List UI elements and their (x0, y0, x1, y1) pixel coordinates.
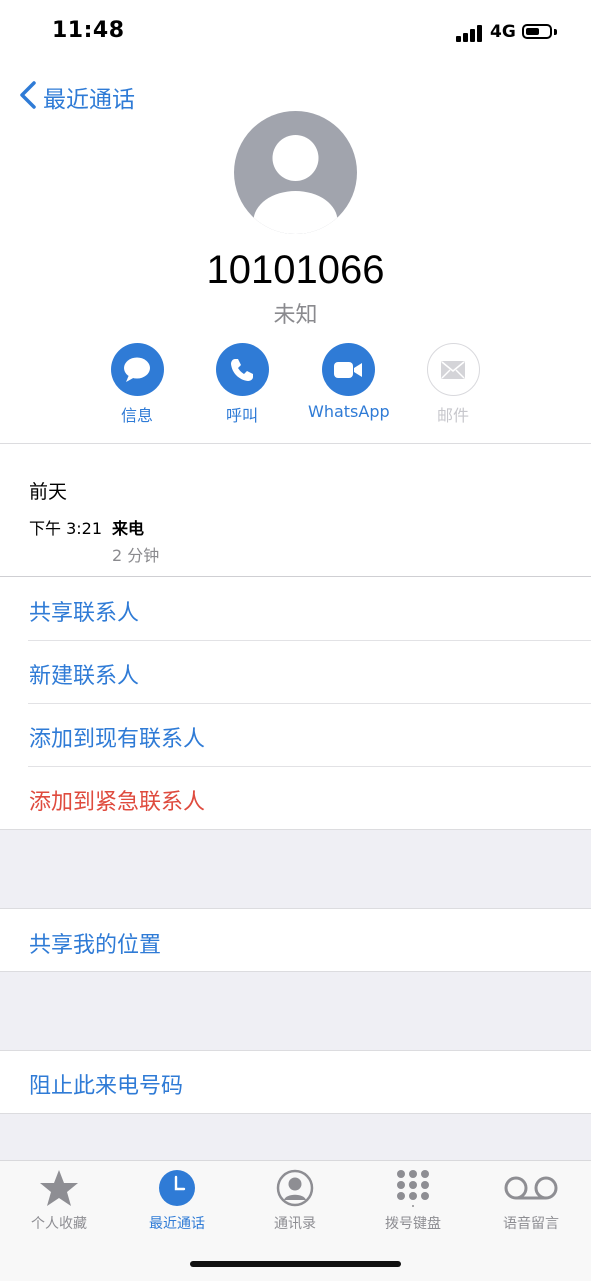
video-icon (334, 361, 362, 378)
battery-icon (522, 24, 552, 39)
person-circle-icon (276, 1169, 314, 1207)
call-log-duration: 2 分钟 (112, 546, 160, 565)
message-icon (124, 357, 150, 382)
voicemail-icon (504, 1176, 558, 1200)
tab-label: 通讯录 (274, 1216, 316, 1232)
phone-icon (231, 358, 253, 381)
call-log-type: 来电 (112, 519, 145, 538)
divider (0, 576, 591, 577)
clock-icon (159, 1170, 195, 1206)
block-caller-button[interactable]: 阻止此来电号码 (29, 1068, 183, 1100)
contact-label: 未知 (273, 303, 318, 328)
tab-label: 个人收藏 (31, 1216, 87, 1232)
call-label: 呼叫 (225, 406, 258, 425)
tab-favorites[interactable]: 个人收藏 (0, 1168, 118, 1233)
add-to-emergency-contact-button[interactable]: 添加到紧急联系人 (29, 784, 205, 816)
share-my-location-button[interactable]: 共享我的位置 (29, 927, 161, 959)
call-button[interactable]: 呼叫 (202, 343, 282, 426)
section-spacer (0, 1113, 591, 1161)
whatsapp-label: WhatsApp (308, 402, 390, 421)
star-icon (40, 1170, 78, 1206)
new-contact-button[interactable]: 新建联系人 (29, 658, 139, 690)
section-spacer (0, 829, 591, 909)
call-log-day: 前天 (29, 481, 68, 503)
divider (0, 443, 591, 444)
add-to-existing-contact-button[interactable]: 添加到现有联系人 (29, 721, 205, 753)
chevron-left-icon[interactable] (16, 80, 44, 110)
tab-contacts[interactable]: 通讯录 (236, 1168, 354, 1233)
call-log-time: 下午 3:21 (29, 519, 103, 538)
mail-button[interactable]: 邮件 (413, 343, 493, 426)
mail-icon (441, 360, 465, 379)
tab-label: 语音留言 (503, 1216, 559, 1232)
tab-keypad[interactable]: 拨号键盘 (354, 1168, 472, 1233)
divider (28, 703, 591, 704)
tab-label: 拨号键盘 (385, 1216, 441, 1232)
divider (28, 640, 591, 641)
tab-voicemail[interactable]: 语音留言 (472, 1168, 590, 1233)
avatar (234, 111, 357, 234)
message-button[interactable]: 信息 (97, 343, 177, 426)
section-spacer (0, 971, 591, 1051)
tab-label: 最近通话 (149, 1216, 205, 1232)
tab-recents[interactable]: 最近通话 (118, 1168, 236, 1233)
keypad-icon (397, 1170, 429, 1207)
person-silhouette-icon (253, 135, 338, 234)
signal-strength-icon (456, 24, 484, 42)
status-time: 11:48 (52, 18, 125, 43)
share-contact-button[interactable]: 共享联系人 (29, 595, 139, 627)
mail-label: 邮件 (436, 406, 469, 425)
contact-number: 10101066 (206, 248, 385, 292)
network-type: 4G (490, 22, 516, 42)
message-label: 信息 (120, 406, 153, 425)
battery-cap (554, 29, 557, 35)
whatsapp-video-button[interactable]: WhatsApp (308, 343, 390, 421)
divider (28, 766, 591, 767)
home-indicator[interactable] (190, 1261, 401, 1267)
back-button[interactable]: 最近通话 (43, 80, 135, 114)
